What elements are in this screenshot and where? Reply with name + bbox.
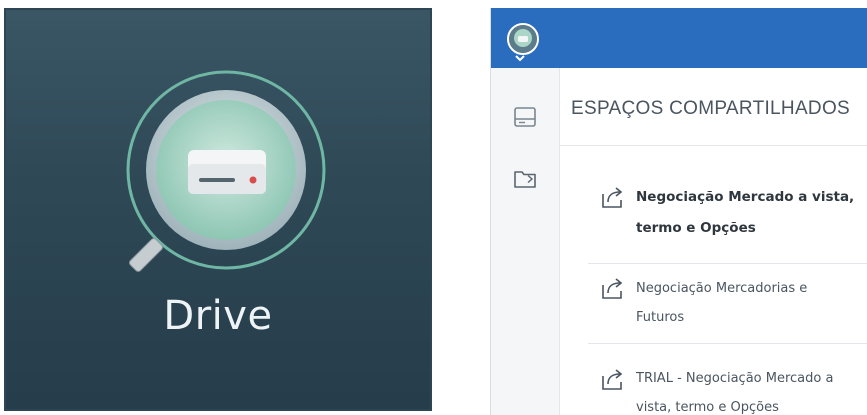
- space-name: Negociação Mercado a vista, termo e Opçõ…: [636, 182, 867, 244]
- space-name-line: Negociação Mercado a vista,: [636, 189, 855, 205]
- section-title: ESPAÇOS COMPARTILHADOS: [571, 98, 850, 119]
- space-name-line: vista, termo e Opções: [636, 400, 779, 415]
- space-name: Negociação Mercadorias e Futuros: [636, 274, 867, 332]
- shared-folder-icon[interactable]: [511, 165, 539, 193]
- list-item[interactable]: Negociação Mercadorias e Futuros: [588, 264, 867, 344]
- space-name-line: Futuros: [636, 310, 685, 325]
- space-name-line: Negociação Mercadorias e: [636, 281, 808, 296]
- drive-app-tile[interactable]: Drive: [4, 8, 432, 411]
- list-item[interactable]: TRIAL - Negociação Mercado a vista, term…: [588, 344, 867, 415]
- space-name: TRIAL - Negociação Mercado a vista, term…: [636, 364, 867, 415]
- drive-icon[interactable]: [511, 103, 539, 131]
- shared-space-icon: [600, 186, 626, 210]
- sidebar: [491, 68, 560, 415]
- user-avatar[interactable]: [507, 23, 539, 55]
- shared-spaces-panel: ESPAÇOS COMPARTILHADOS Negociação Mercad…: [490, 8, 867, 415]
- section-header: ESPAÇOS COMPARTILHADOS: [560, 68, 867, 146]
- list-item[interactable]: Negociação Mercado a vista, termo e Opçõ…: [588, 174, 867, 264]
- drive-app-label: Drive: [163, 293, 273, 339]
- shared-space-icon: [600, 368, 626, 392]
- shared-space-icon: [600, 277, 626, 301]
- chevron-down-icon[interactable]: [514, 54, 526, 62]
- top-bar: [491, 8, 867, 68]
- hard-drive-icon: [114, 66, 334, 286]
- space-name-line: termo e Opções: [636, 220, 756, 236]
- space-name-line: TRIAL - Negociação Mercado a: [636, 371, 834, 386]
